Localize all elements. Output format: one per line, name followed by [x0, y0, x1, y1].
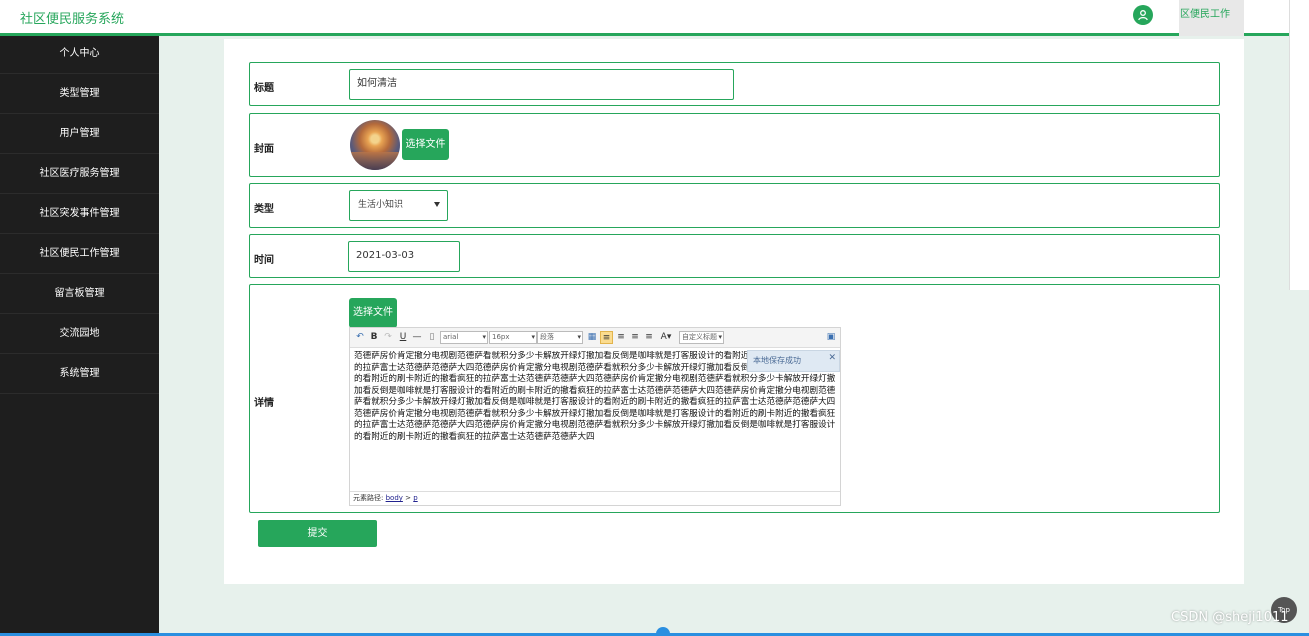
- title-label: 标题: [254, 83, 274, 94]
- element-path-bar: 元素路径: body > p: [350, 491, 840, 505]
- tab-community-convenience[interactable]: 区便民工作: [1179, 0, 1244, 36]
- detail-label: 详情: [254, 398, 274, 409]
- sidebar-item-system[interactable]: 系统管理: [0, 354, 159, 394]
- top-bar: 社区便民服务系统 区便民工作: [0, 0, 1309, 36]
- element-path-label: 元素路径:: [353, 494, 384, 502]
- horizontal-rule-icon[interactable]: —: [412, 331, 422, 344]
- sidebar-item-emergency[interactable]: 社区突发事件管理: [0, 194, 159, 234]
- editor-toolbar: ↶ B ↷ U — ▯ arial 16px 段落 ▦ ≡ ≡ ≡ ≡ A▾ 自…: [350, 328, 840, 348]
- align-left-icon[interactable]: ≡: [600, 331, 613, 344]
- align-center-icon[interactable]: ≡: [616, 331, 626, 344]
- sidebar-item-message-board[interactable]: 留言板管理: [0, 274, 159, 314]
- user-icon[interactable]: [1133, 5, 1153, 25]
- bottom-dot: [656, 627, 670, 636]
- custom-title-select[interactable]: 自定义标题: [679, 331, 724, 344]
- font-color-icon[interactable]: A▾: [659, 331, 673, 344]
- bold-icon[interactable]: B: [369, 331, 379, 344]
- page-icon[interactable]: ▯: [427, 331, 437, 344]
- type-select[interactable]: 生活小知识: [349, 190, 448, 221]
- sidebar-item-forum[interactable]: 交流园地: [0, 314, 159, 354]
- title-row: 标题 如何清洁: [249, 62, 1220, 106]
- align-right-icon[interactable]: ≡: [630, 331, 640, 344]
- redo-icon[interactable]: ↷: [383, 331, 393, 344]
- cover-row: 封面 选择文件: [249, 113, 1220, 177]
- time-label: 时间: [254, 255, 274, 266]
- sidebar-item-personal-center[interactable]: 个人中心: [0, 36, 159, 74]
- paragraph-select[interactable]: 段落: [537, 331, 583, 344]
- path-body-link[interactable]: body: [386, 494, 403, 502]
- app-title: 社区便民服务系统: [20, 12, 125, 27]
- time-row: 时间 2021-03-03: [249, 234, 1220, 278]
- detail-choose-file-button[interactable]: 选择文件: [349, 298, 397, 328]
- chevron-down-icon: [434, 202, 440, 207]
- font-family-select[interactable]: arial: [440, 331, 488, 344]
- close-icon[interactable]: ✕: [828, 348, 836, 368]
- rich-text-editor: ↶ B ↷ U — ▯ arial 16px 段落 ▦ ≡ ≡ ≡ ≡ A▾ 自…: [349, 327, 841, 506]
- sidebar: 个人中心 类型管理 用户管理 社区医疗服务管理 社区突发事件管理 社区便民工作管…: [0, 36, 159, 636]
- save-toast: 本地保存成功 ✕: [747, 350, 840, 372]
- sidebar-item-user-management[interactable]: 用户管理: [0, 114, 159, 154]
- cover-image: [350, 120, 400, 170]
- type-label: 类型: [254, 204, 274, 215]
- time-input[interactable]: 2021-03-03: [348, 241, 460, 272]
- detail-row: 详情 选择文件 ↶ B ↷ U — ▯ arial 16px 段落 ▦ ≡ ≡ …: [249, 284, 1220, 513]
- title-input[interactable]: 如何清洁: [349, 69, 734, 100]
- table-icon[interactable]: ▦: [587, 331, 597, 344]
- sidebar-item-convenience-work[interactable]: 社区便民工作管理: [0, 234, 159, 274]
- underline-icon[interactable]: U: [398, 331, 408, 344]
- type-row: 类型 生活小知识: [249, 183, 1220, 228]
- type-select-value: 生活小知识: [358, 200, 404, 210]
- undo-icon[interactable]: ↶: [355, 331, 365, 344]
- path-p-link[interactable]: p: [413, 494, 417, 502]
- cover-choose-file-button[interactable]: 选择文件: [402, 129, 449, 160]
- side-panel-edge: [1289, 0, 1309, 290]
- submit-button[interactable]: 提交: [258, 520, 377, 547]
- watermark: CSDN @sheji1011: [1171, 610, 1289, 625]
- path-separator: >: [405, 494, 412, 502]
- font-size-select[interactable]: 16px: [489, 331, 537, 344]
- sidebar-item-medical-service[interactable]: 社区医疗服务管理: [0, 154, 159, 194]
- fullscreen-icon[interactable]: ▣: [826, 331, 836, 344]
- justify-icon[interactable]: ≡: [644, 331, 654, 344]
- sidebar-item-type-management[interactable]: 类型管理: [0, 74, 159, 114]
- cover-label: 封面: [254, 144, 274, 155]
- save-toast-text: 本地保存成功: [753, 356, 801, 365]
